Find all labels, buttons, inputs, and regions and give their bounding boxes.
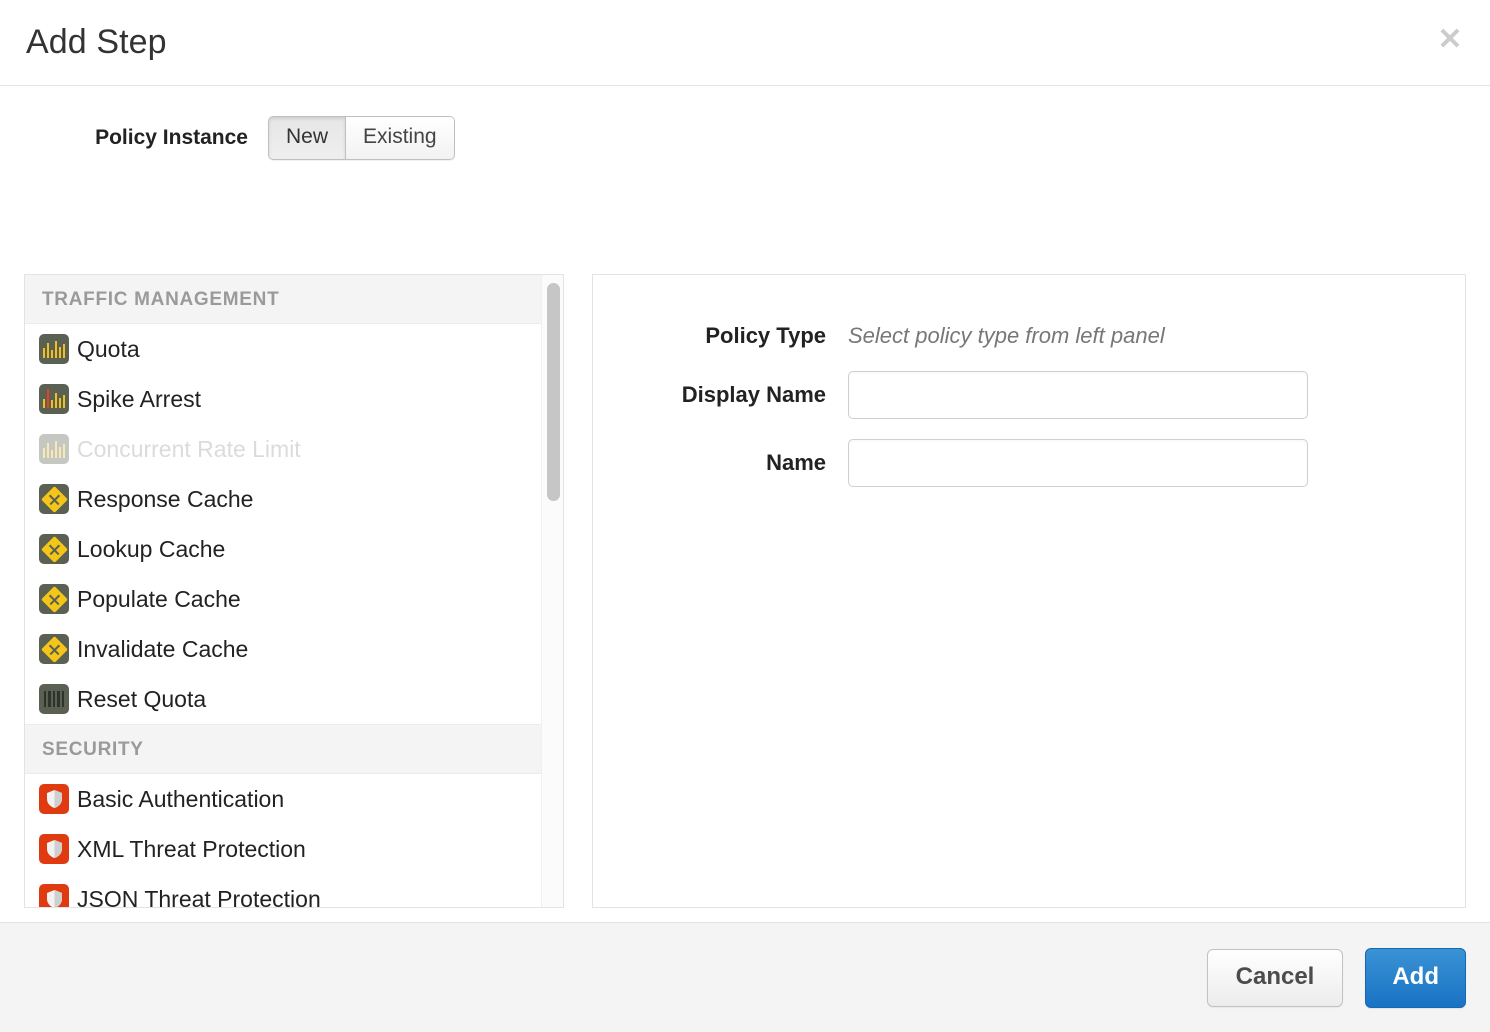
policy-item-label: Reset Quota (77, 686, 206, 713)
policy-instance-option-new[interactable]: New (268, 116, 345, 160)
display-name-label: Display Name (593, 382, 848, 408)
policy-type-value: Select policy type from left panel (848, 323, 1165, 349)
dialog-title: Add Step (26, 20, 167, 64)
display-name-row: Display Name (593, 349, 1465, 419)
policy-item-json-threat-protection[interactable]: JSON Threat Protection (25, 874, 563, 907)
dialog-panels: TRAFFIC MANAGEMENT Quota Spike Arrest (24, 274, 1466, 908)
policy-item-response-cache[interactable]: Response Cache (25, 474, 563, 524)
policy-item-label: JSON Threat Protection (77, 886, 321, 908)
display-name-input[interactable] (848, 371, 1308, 419)
cancel-button[interactable]: Cancel (1207, 949, 1344, 1007)
bar-chart-gray-icon (39, 684, 69, 714)
add-step-dialog: Add Step ✕ Policy Instance New Existing … (0, 0, 1490, 1032)
policy-list-panel: TRAFFIC MANAGEMENT Quota Spike Arrest (24, 274, 564, 908)
close-icon[interactable]: ✕ (1432, 22, 1468, 58)
policy-item-quota[interactable]: Quota (25, 324, 563, 374)
policy-item-label: Quota (77, 336, 140, 363)
policy-item-populate-cache[interactable]: Populate Cache (25, 574, 563, 624)
cache-diamond-icon (39, 534, 69, 564)
policy-item-xml-threat-protection[interactable]: XML Threat Protection (25, 824, 563, 874)
shield-icon (39, 834, 69, 864)
policy-instance-label: Policy Instance (0, 126, 268, 150)
policy-instance-toggle-group: New Existing (268, 116, 455, 160)
group-header-traffic-management: TRAFFIC MANAGEMENT (25, 275, 563, 324)
add-button[interactable]: Add (1365, 948, 1466, 1008)
policy-item-label: Lookup Cache (77, 536, 225, 563)
policy-type-row: Policy Type Select policy type from left… (593, 275, 1465, 349)
cache-diamond-icon (39, 484, 69, 514)
policy-list-scrollbar-thumb[interactable] (547, 283, 560, 501)
bar-chart-spike-icon (39, 384, 69, 414)
policy-form-panel: Policy Type Select policy type from left… (592, 274, 1466, 908)
policy-item-reset-quota[interactable]: Reset Quota (25, 674, 563, 724)
bar-chart-icon (39, 434, 69, 464)
policy-instance-row: Policy Instance New Existing (0, 116, 455, 160)
shield-icon (39, 884, 69, 907)
policy-item-label: Basic Authentication (77, 786, 284, 813)
policy-list-scrollbar[interactable] (541, 275, 563, 907)
name-input[interactable] (848, 439, 1308, 487)
policy-item-label: Populate Cache (77, 586, 241, 613)
group-header-security: SECURITY (25, 724, 563, 774)
policy-list-scroll-area[interactable]: TRAFFIC MANAGEMENT Quota Spike Arrest (25, 275, 563, 907)
policy-item-label: Response Cache (77, 486, 253, 513)
policy-type-label: Policy Type (593, 323, 848, 349)
name-row: Name (593, 419, 1465, 487)
dialog-body: Policy Instance New Existing TRAFFIC MAN… (0, 86, 1490, 922)
dialog-footer: Cancel Add (0, 922, 1490, 1032)
policy-instance-option-existing[interactable]: Existing (345, 116, 455, 160)
dialog-header: Add Step ✕ (0, 0, 1490, 86)
bar-chart-icon (39, 334, 69, 364)
cache-diamond-icon (39, 584, 69, 614)
policy-item-label: Spike Arrest (77, 386, 201, 413)
shield-icon (39, 784, 69, 814)
policy-item-invalidate-cache[interactable]: Invalidate Cache (25, 624, 563, 674)
policy-item-concurrent-rate-limit: Concurrent Rate Limit (25, 424, 563, 474)
policy-item-label: XML Threat Protection (77, 836, 306, 863)
cache-diamond-icon (39, 634, 69, 664)
policy-item-label: Invalidate Cache (77, 636, 248, 663)
policy-item-spike-arrest[interactable]: Spike Arrest (25, 374, 563, 424)
name-label: Name (593, 450, 848, 476)
policy-item-label: Concurrent Rate Limit (77, 436, 301, 463)
policy-item-lookup-cache[interactable]: Lookup Cache (25, 524, 563, 574)
policy-item-basic-authentication[interactable]: Basic Authentication (25, 774, 563, 824)
